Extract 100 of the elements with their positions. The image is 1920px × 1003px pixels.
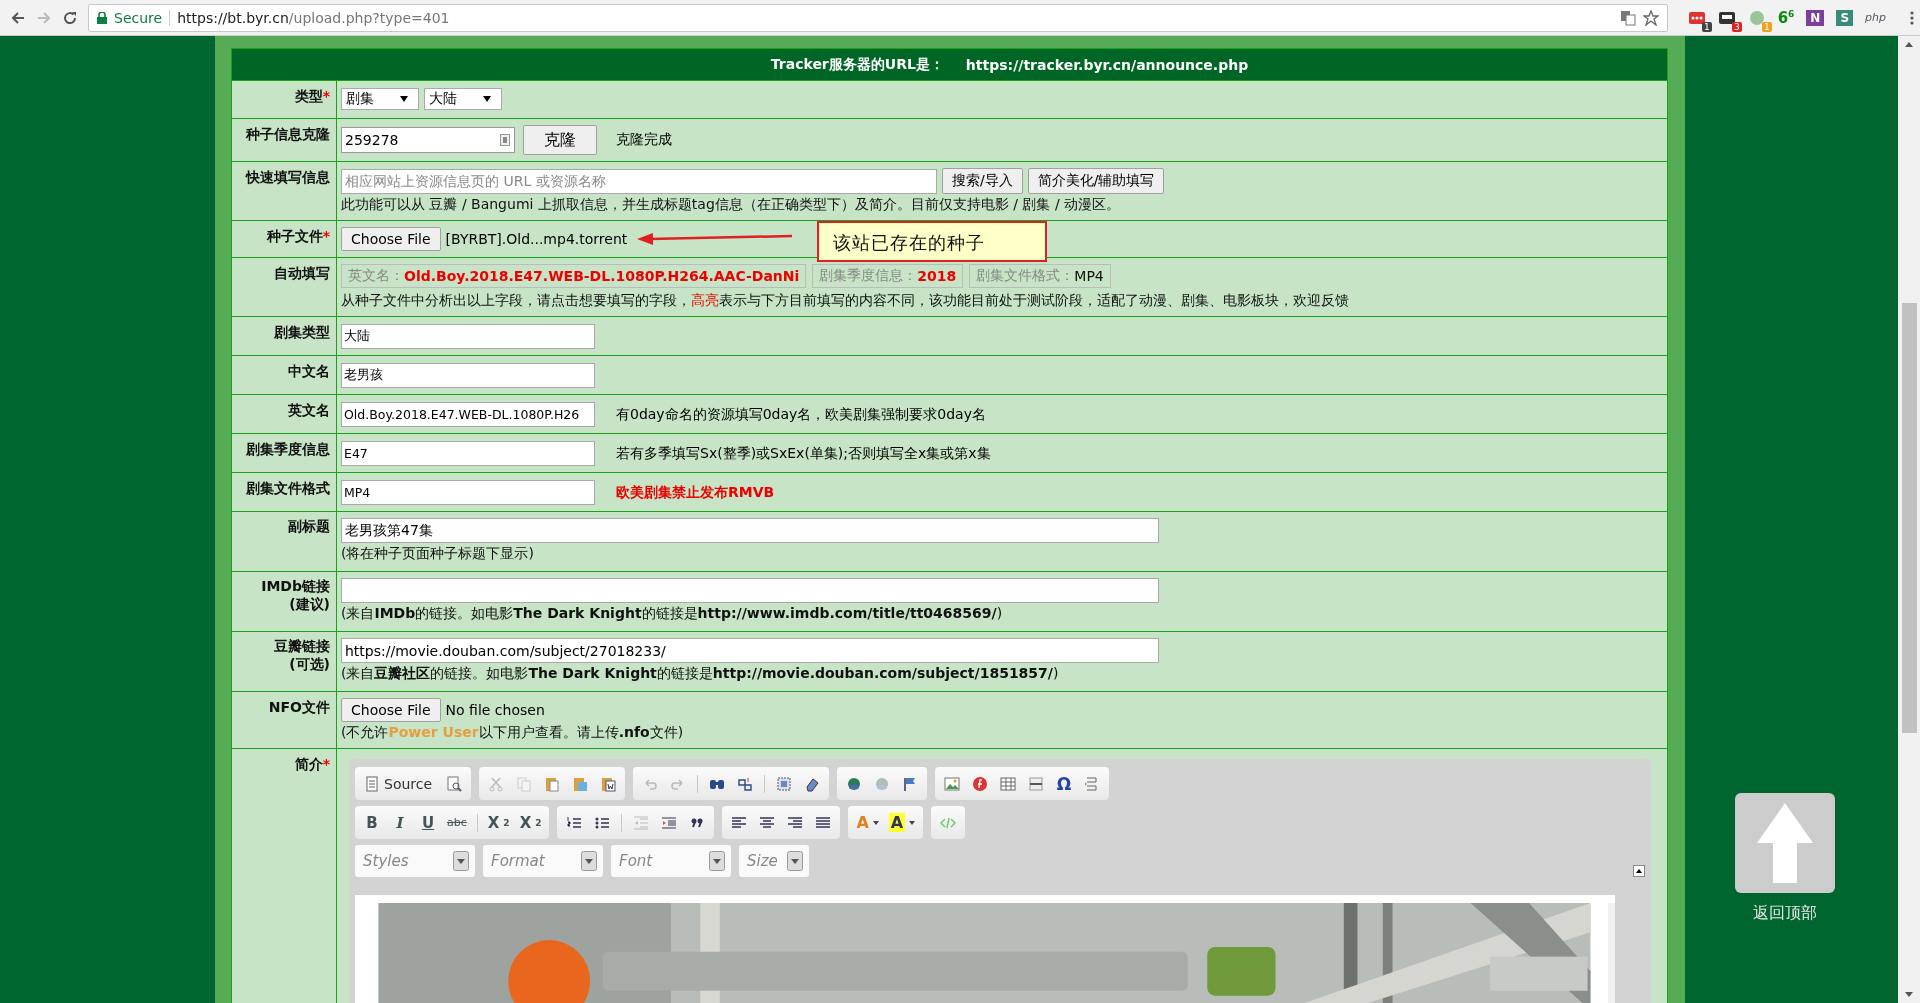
input-field[interactable]: 大陆	[341, 324, 595, 349]
input-field[interactable]: 相应网站上资源信息页的 URL 或资源名称	[341, 168, 937, 194]
format-button[interactable]: abc	[444, 810, 470, 835]
replace-icon[interactable]	[737, 775, 754, 792]
address-bar[interactable]: Secure https://bt.byr.cn/upload.php?type=401	[88, 3, 1668, 32]
select-dropdown[interactable]: 剧集	[341, 88, 419, 110]
file-name: [BYRBT].Old...mp4.torrent	[445, 231, 628, 247]
table-icon[interactable]	[1000, 775, 1017, 792]
extension-label[interactable]: N	[1806, 9, 1825, 26]
clone-button[interactable]: 克隆	[523, 125, 597, 155]
help-text: (来自豆瓣社区的链接。如电影The Dark Knight的链接是http://movie.douban.com/subject/1851857/)	[341, 664, 1060, 683]
editor-scrollbar[interactable]	[1608, 903, 1615, 1003]
help-text: (不允许Power User以下用户查看。请上传.nfo文件)	[341, 723, 685, 742]
field-label: 剧集类型	[273, 323, 330, 341]
format-button[interactable]: X$^{2}$	[516, 810, 545, 835]
back-to-top-label[interactable]: 返回顶部	[1752, 903, 1817, 924]
menu-icon[interactable]	[1910, 9, 1914, 26]
flash-icon[interactable]	[972, 775, 989, 792]
field-label: 简介*	[293, 755, 330, 773]
back-icon[interactable]	[10, 9, 26, 26]
indent-icon[interactable]	[661, 814, 678, 831]
caret-icon	[581, 851, 597, 871]
format-button[interactable]: Ω	[1052, 771, 1077, 796]
input-field[interactable]: E47	[341, 441, 595, 466]
translate-icon[interactable]	[1619, 9, 1636, 26]
select-dropdown[interactable]: 大陆	[424, 88, 502, 110]
collapse-icon[interactable]	[1633, 865, 1645, 877]
lock-icon	[97, 11, 107, 24]
format-button[interactable]: U	[416, 810, 440, 835]
badge: 3	[1731, 21, 1742, 32]
input-field[interactable]: 老男孩第47集	[341, 518, 1159, 543]
justify-icon[interactable]	[815, 814, 832, 831]
paste-icon[interactable]	[544, 775, 561, 792]
action-button[interactable]: 搜索/导入	[942, 168, 1023, 194]
choose-file-button[interactable]: Choose File	[341, 227, 441, 251]
field-label: 种子信息克隆	[244, 125, 330, 143]
field-label: IMDb链接	[260, 577, 330, 595]
hint-text: 有0day命名的资源填写0day名，欧美剧集强制要求0day名	[616, 405, 986, 424]
field-label: 剧集季度信息	[245, 440, 330, 458]
input-field[interactable]: https://movie.douban.com/subject/27018233/	[341, 638, 1159, 663]
badge: 1	[1701, 21, 1712, 32]
caret-icon	[709, 851, 725, 871]
tracker-url: https://tracker.byr.cn/announce.php	[965, 56, 1249, 73]
source-button[interactable]: Source	[360, 771, 439, 796]
field-label: (建议)	[288, 595, 330, 613]
format-button[interactable]: B	[360, 810, 384, 835]
header-label: Tracker服务器的URL是：	[770, 55, 944, 74]
caret-icon	[872, 820, 879, 825]
extension-label[interactable]: S	[1836, 9, 1854, 26]
extension-label[interactable]: php	[1865, 11, 1886, 24]
paste-icon[interactable]	[600, 775, 617, 792]
caret-icon	[400, 96, 408, 102]
hint-text: 欧美剧集禁止发布RMVB	[616, 483, 775, 502]
status-text: 克隆完成	[616, 131, 672, 149]
field-label: 中文名	[287, 362, 330, 380]
field-label: 副标题	[287, 517, 330, 535]
align-left-icon[interactable]	[731, 814, 748, 831]
format-button[interactable]: I	[388, 810, 412, 835]
callout-note: 该站已存在的种子	[817, 221, 1047, 262]
globe-link-icon[interactable]	[846, 775, 863, 792]
input-field[interactable]	[341, 578, 1159, 603]
input-field[interactable]: MP4	[341, 480, 595, 505]
color-button[interactable]: A	[885, 810, 919, 835]
caret-icon	[909, 820, 916, 825]
field-label: 种子文件*	[265, 227, 330, 245]
help-text: 从种子文件中分析出以上字段，请点击想要填写的字段，高亮表示与下方目前填写的内容不同，该功能目前处于测试阶段，适配了动漫、剧集、电影板块，欢迎反馈	[341, 291, 1350, 310]
page-scrollbar[interactable]	[1898, 36, 1920, 1003]
caret-icon	[787, 851, 803, 871]
secure-label: Secure	[114, 9, 163, 26]
align-right-icon[interactable]	[787, 814, 804, 831]
badge: 1	[1761, 21, 1772, 32]
help-text: (来自IMDb的链接。如电影The Dark Knight的链接是http://www.imdb.com/title/tt0468569/)	[341, 604, 1004, 623]
extension-icon[interactable]	[1717, 9, 1736, 26]
star-icon[interactable]	[1642, 9, 1659, 26]
extension-icon[interactable]	[1687, 9, 1706, 26]
caret-icon	[453, 851, 469, 871]
up-arrow-icon	[1756, 803, 1813, 883]
field-label: 自动填写	[273, 264, 330, 282]
url-text: https://bt.byr.cn/upload.php?type=401	[177, 9, 450, 26]
image-icon[interactable]	[944, 775, 961, 792]
extension-label[interactable]: 6$^{6}$	[1777, 8, 1795, 27]
action-button[interactable]: 简介美化/辅助填写	[1027, 168, 1165, 194]
align-center-icon[interactable]	[759, 814, 776, 831]
document-icon	[364, 775, 380, 792]
field-label: 英文名	[287, 401, 330, 419]
reload-icon[interactable]	[62, 9, 78, 26]
file-name: No file chosen	[445, 702, 545, 718]
input-field[interactable]: 259278	[341, 127, 515, 153]
caret-icon	[483, 96, 491, 102]
numbered-list-icon[interactable]	[566, 814, 583, 831]
select-all-icon[interactable]	[776, 775, 793, 792]
preview-icon[interactable]	[446, 775, 463, 792]
spinner-icon	[500, 134, 510, 146]
input-field[interactable]: Old.Boy.2018.E47.WEB-DL.1080P.H26	[341, 402, 595, 427]
choose-file-button[interactable]: Choose File	[341, 698, 441, 722]
field-label: (可选)	[288, 655, 330, 673]
help-text: (将在种子页面种子标题下显示)	[341, 544, 535, 563]
autofill-chip[interactable]: 剧集文件格式：MP4	[969, 264, 1111, 288]
field-label: 剧集文件格式	[245, 479, 330, 497]
input-field[interactable]: 老男孩	[341, 363, 595, 388]
